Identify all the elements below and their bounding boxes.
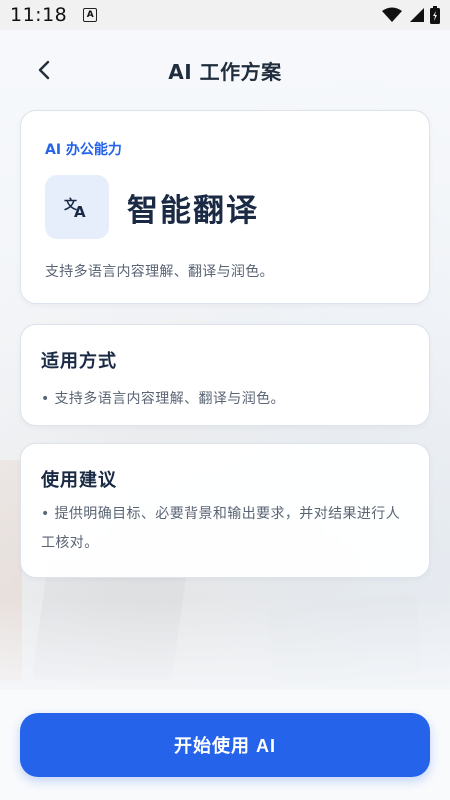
feature-card: AI 办公能力 文 A 智能翻译 支持多语言内容理解、翻译与润色。 bbox=[20, 110, 430, 304]
advice-card: 使用建议 • 提供明确目标、必要背景和输出要求，并对结果进行人工核对。 bbox=[20, 443, 430, 578]
usage-card: 适用方式 • 支持多语言内容理解、翻译与润色。 bbox=[20, 324, 430, 426]
chevron-left-icon bbox=[38, 60, 50, 80]
status-icons bbox=[382, 6, 440, 24]
app-header: AI 工作方案 bbox=[0, 48, 450, 92]
feature-category: AI 办公能力 bbox=[45, 142, 122, 158]
feature-icon-box: 文 A bbox=[45, 175, 109, 239]
wifi-icon bbox=[382, 7, 402, 22]
status-bar: 11:18 A bbox=[0, 0, 450, 30]
notification-icon: A bbox=[83, 8, 98, 22]
start-button[interactable]: 开始使用 AI bbox=[20, 713, 430, 777]
signal-icon bbox=[410, 8, 424, 22]
svg-text:A: A bbox=[74, 203, 86, 218]
advice-body: • 提供明确目标、必要背景和输出要求，并对结果进行人工核对。 bbox=[41, 506, 401, 551]
advice-title: 使用建议 bbox=[41, 470, 117, 491]
translate-icon: 文 A bbox=[64, 197, 86, 218]
battery-icon bbox=[430, 6, 440, 24]
back-button[interactable] bbox=[30, 56, 58, 84]
feature-title: 智能翻译 bbox=[127, 193, 259, 229]
feature-description: 支持多语言内容理解、翻译与润色。 bbox=[45, 264, 274, 280]
usage-title: 适用方式 bbox=[41, 351, 117, 372]
usage-body: • 支持多语言内容理解、翻译与润色。 bbox=[41, 391, 285, 407]
status-time: 11:18 bbox=[10, 4, 68, 26]
page-title: AI 工作方案 bbox=[168, 59, 282, 84]
